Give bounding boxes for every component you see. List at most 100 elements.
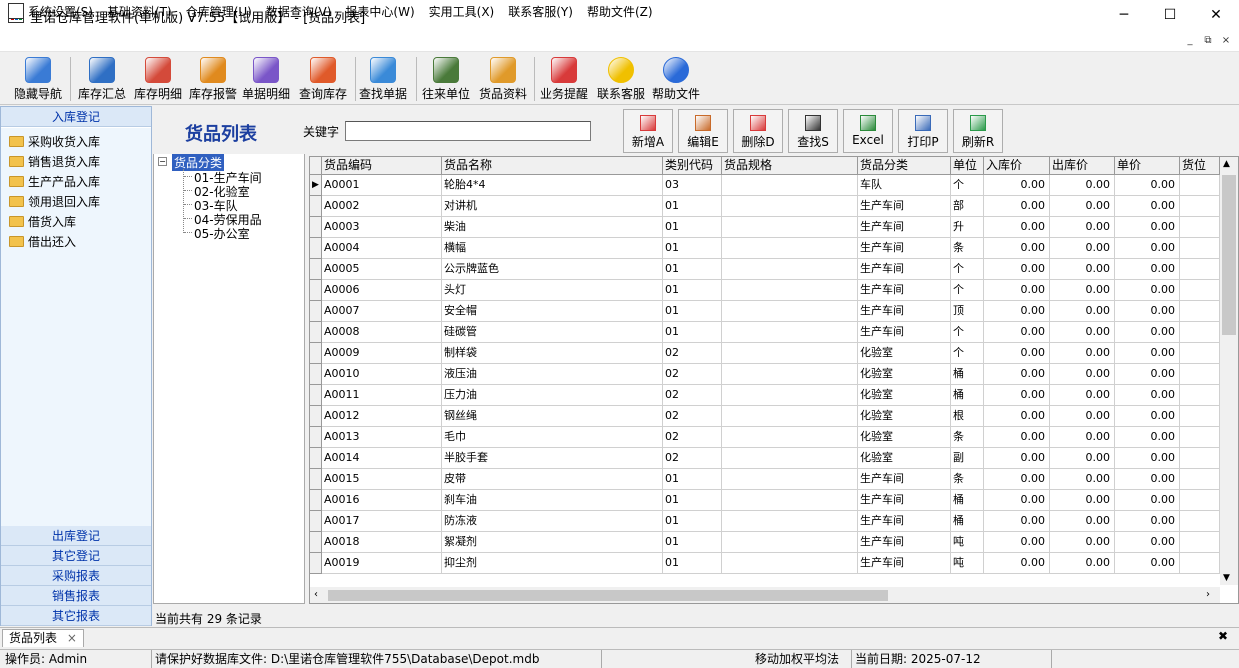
row-selector[interactable] xyxy=(310,511,322,532)
row-selector[interactable]: ▶ xyxy=(310,175,322,196)
row-selector[interactable] xyxy=(310,427,322,448)
table-cell[interactable]: 刹车油 xyxy=(442,490,663,511)
table-cell[interactable] xyxy=(1180,448,1220,469)
table-cell[interactable]: 生产车间 xyxy=(858,553,951,574)
table-cell[interactable] xyxy=(1180,217,1220,238)
table-cell[interactable]: 个 xyxy=(951,343,984,364)
minimize-icon[interactable]: ─ xyxy=(1101,0,1147,30)
table-cell[interactable]: 0.00 xyxy=(984,280,1050,301)
table-cell[interactable]: 桶 xyxy=(951,364,984,385)
table-cell[interactable] xyxy=(1180,196,1220,217)
row-selector[interactable] xyxy=(310,406,322,427)
table-cell[interactable]: 0.00 xyxy=(984,301,1050,322)
table-cell[interactable]: 个 xyxy=(951,259,984,280)
table-cell[interactable]: 0.00 xyxy=(1115,238,1180,259)
table-cell[interactable] xyxy=(722,448,858,469)
toolbar-button-11[interactable]: 帮助文件 xyxy=(648,57,704,103)
table-cell[interactable] xyxy=(722,427,858,448)
row-selector[interactable] xyxy=(310,280,322,301)
action-button-5[interactable]: 打印P xyxy=(898,109,948,153)
table-cell[interactable]: A0019 xyxy=(322,553,442,574)
mdi-restore-icon[interactable]: ⧉ xyxy=(1200,34,1216,48)
row-selector[interactable] xyxy=(310,238,322,259)
table-cell[interactable]: 柴油 xyxy=(442,217,663,238)
tab-close-icon[interactable]: × xyxy=(67,631,77,645)
table-cell[interactable]: 0.00 xyxy=(1050,406,1115,427)
table-cell[interactable]: 车队 xyxy=(858,175,951,196)
table-cell[interactable]: A0011 xyxy=(322,385,442,406)
table-cell[interactable]: 条 xyxy=(951,238,984,259)
table-cell[interactable]: 生产车间 xyxy=(858,490,951,511)
table-cell[interactable]: 01 xyxy=(663,196,722,217)
table-cell[interactable] xyxy=(722,532,858,553)
table-cell[interactable]: 0.00 xyxy=(1115,427,1180,448)
table-cell[interactable]: A0009 xyxy=(322,343,442,364)
table-cell[interactable] xyxy=(1180,364,1220,385)
table-cell[interactable]: 副 xyxy=(951,448,984,469)
mdi-close-icon[interactable]: × xyxy=(1218,34,1234,48)
table-cell[interactable]: 化验室 xyxy=(858,343,951,364)
table-cell[interactable]: 桶 xyxy=(951,511,984,532)
table-cell[interactable]: 硅碳管 xyxy=(442,322,663,343)
menu-item-6[interactable]: 联系客服(Y) xyxy=(508,3,573,20)
table-cell[interactable]: 对讲机 xyxy=(442,196,663,217)
row-selector[interactable] xyxy=(310,553,322,574)
table-cell[interactable]: 0.00 xyxy=(1050,448,1115,469)
column-header[interactable]: 出库价 xyxy=(1050,157,1115,175)
table-cell[interactable]: 0.00 xyxy=(1050,322,1115,343)
table-cell[interactable]: 02 xyxy=(663,448,722,469)
table-cell[interactable]: 0.00 xyxy=(1050,532,1115,553)
table-cell[interactable] xyxy=(722,238,858,259)
table-cell[interactable]: A0012 xyxy=(322,406,442,427)
table-cell[interactable]: 钢丝绳 xyxy=(442,406,663,427)
table-cell[interactable]: 生产车间 xyxy=(858,301,951,322)
toolbar-button-4[interactable]: 单据明细 xyxy=(240,57,292,103)
table-cell[interactable]: 毛巾 xyxy=(442,427,663,448)
toolbar-button-9[interactable]: 业务提醒 xyxy=(538,57,590,103)
table-cell[interactable]: 0.00 xyxy=(984,553,1050,574)
table-cell[interactable]: 0.00 xyxy=(1115,196,1180,217)
sidebar-header-4[interactable]: 其它报表 xyxy=(1,606,151,626)
table-cell[interactable]: 0.00 xyxy=(984,259,1050,280)
sidebar-item-4[interactable]: 借货入库 xyxy=(9,212,76,232)
table-cell[interactable]: 0.00 xyxy=(1050,469,1115,490)
table-cell[interactable]: 0.00 xyxy=(1050,217,1115,238)
table-cell[interactable]: 生产车间 xyxy=(858,511,951,532)
table-cell[interactable]: 01 xyxy=(663,280,722,301)
table-cell[interactable] xyxy=(1180,385,1220,406)
action-button-2[interactable]: 删除D xyxy=(733,109,783,153)
table-cell[interactable]: 0.00 xyxy=(1050,490,1115,511)
row-selector[interactable] xyxy=(310,364,322,385)
toolbar-button-1[interactable]: 库存汇总 xyxy=(75,57,129,103)
table-cell[interactable]: 0.00 xyxy=(1115,175,1180,196)
column-header[interactable]: 货品分类 xyxy=(858,157,951,175)
menu-item-2[interactable]: 仓库管理(U) xyxy=(186,3,252,20)
table-cell[interactable]: 0.00 xyxy=(984,490,1050,511)
table-cell[interactable]: 0.00 xyxy=(984,385,1050,406)
column-header[interactable]: 入库价 xyxy=(984,157,1050,175)
table-cell[interactable]: 0.00 xyxy=(1115,217,1180,238)
table-cell[interactable]: 0.00 xyxy=(1115,301,1180,322)
table-cell[interactable]: 02 xyxy=(663,406,722,427)
toolbar-button-2[interactable]: 库存明细 xyxy=(130,57,186,103)
table-cell[interactable]: 0.00 xyxy=(1115,511,1180,532)
table-cell[interactable]: 桶 xyxy=(951,385,984,406)
table-cell[interactable] xyxy=(722,343,858,364)
table-cell[interactable]: 化验室 xyxy=(858,385,951,406)
table-cell[interactable] xyxy=(1180,553,1220,574)
table-cell[interactable]: 0.00 xyxy=(984,196,1050,217)
maximize-icon[interactable]: ☐ xyxy=(1147,0,1193,30)
scroll-up-icon[interactable]: ▲ xyxy=(1223,159,1230,169)
sidebar-header-inbound[interactable]: 入库登记 xyxy=(1,107,151,127)
table-cell[interactable] xyxy=(722,259,858,280)
menu-item-7[interactable]: 帮助文件(Z) xyxy=(587,3,653,20)
action-button-0[interactable]: 新增A xyxy=(623,109,673,153)
toolbar-button-7[interactable]: 往来单位 xyxy=(420,57,472,103)
table-cell[interactable] xyxy=(722,217,858,238)
table-cell[interactable] xyxy=(1180,259,1220,280)
table-cell[interactable]: A0015 xyxy=(322,469,442,490)
table-cell[interactable]: 0.00 xyxy=(1115,406,1180,427)
table-cell[interactable]: A0017 xyxy=(322,511,442,532)
table-cell[interactable]: A0002 xyxy=(322,196,442,217)
table-cell[interactable]: 根 xyxy=(951,406,984,427)
